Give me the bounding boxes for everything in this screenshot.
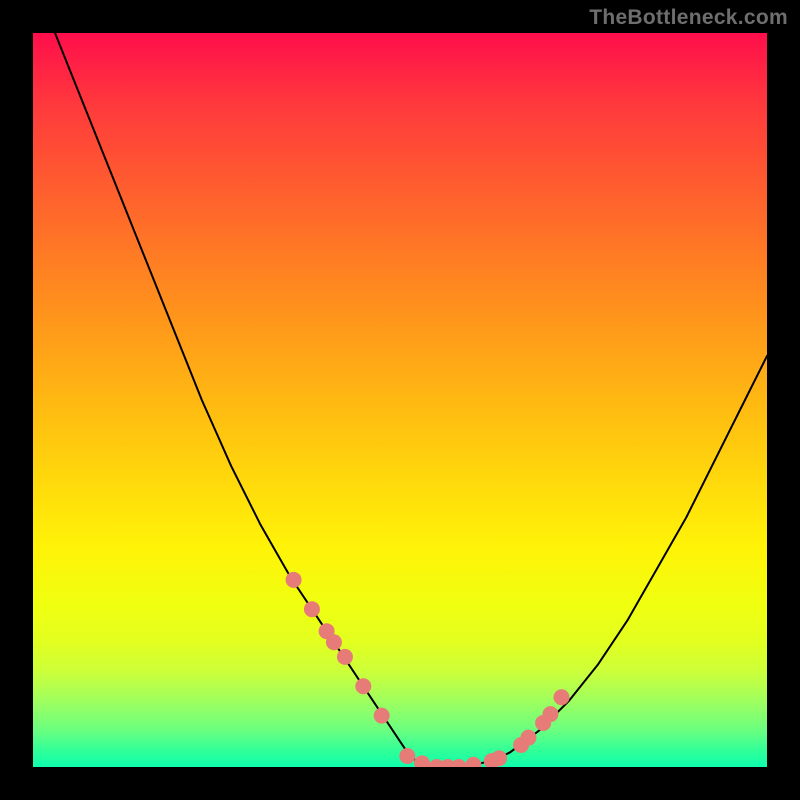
data-marker bbox=[374, 708, 390, 724]
data-marker bbox=[542, 706, 558, 722]
data-marker bbox=[399, 748, 415, 764]
data-marker bbox=[304, 601, 320, 617]
data-marker bbox=[520, 730, 536, 746]
plot-area bbox=[33, 33, 767, 767]
data-marker bbox=[491, 750, 507, 766]
curve-layer bbox=[33, 33, 767, 767]
data-marker bbox=[326, 634, 342, 650]
data-marker bbox=[337, 649, 353, 665]
data-marker bbox=[451, 759, 467, 767]
chart-frame: TheBottleneck.com bbox=[0, 0, 800, 800]
data-marker bbox=[355, 678, 371, 694]
watermark-text: TheBottleneck.com bbox=[589, 6, 788, 30]
data-marker bbox=[286, 572, 302, 588]
data-marker bbox=[553, 689, 569, 705]
bottleneck-curve bbox=[55, 33, 767, 767]
data-marker bbox=[465, 757, 481, 767]
marker-group bbox=[286, 572, 570, 767]
data-marker bbox=[414, 755, 430, 767]
